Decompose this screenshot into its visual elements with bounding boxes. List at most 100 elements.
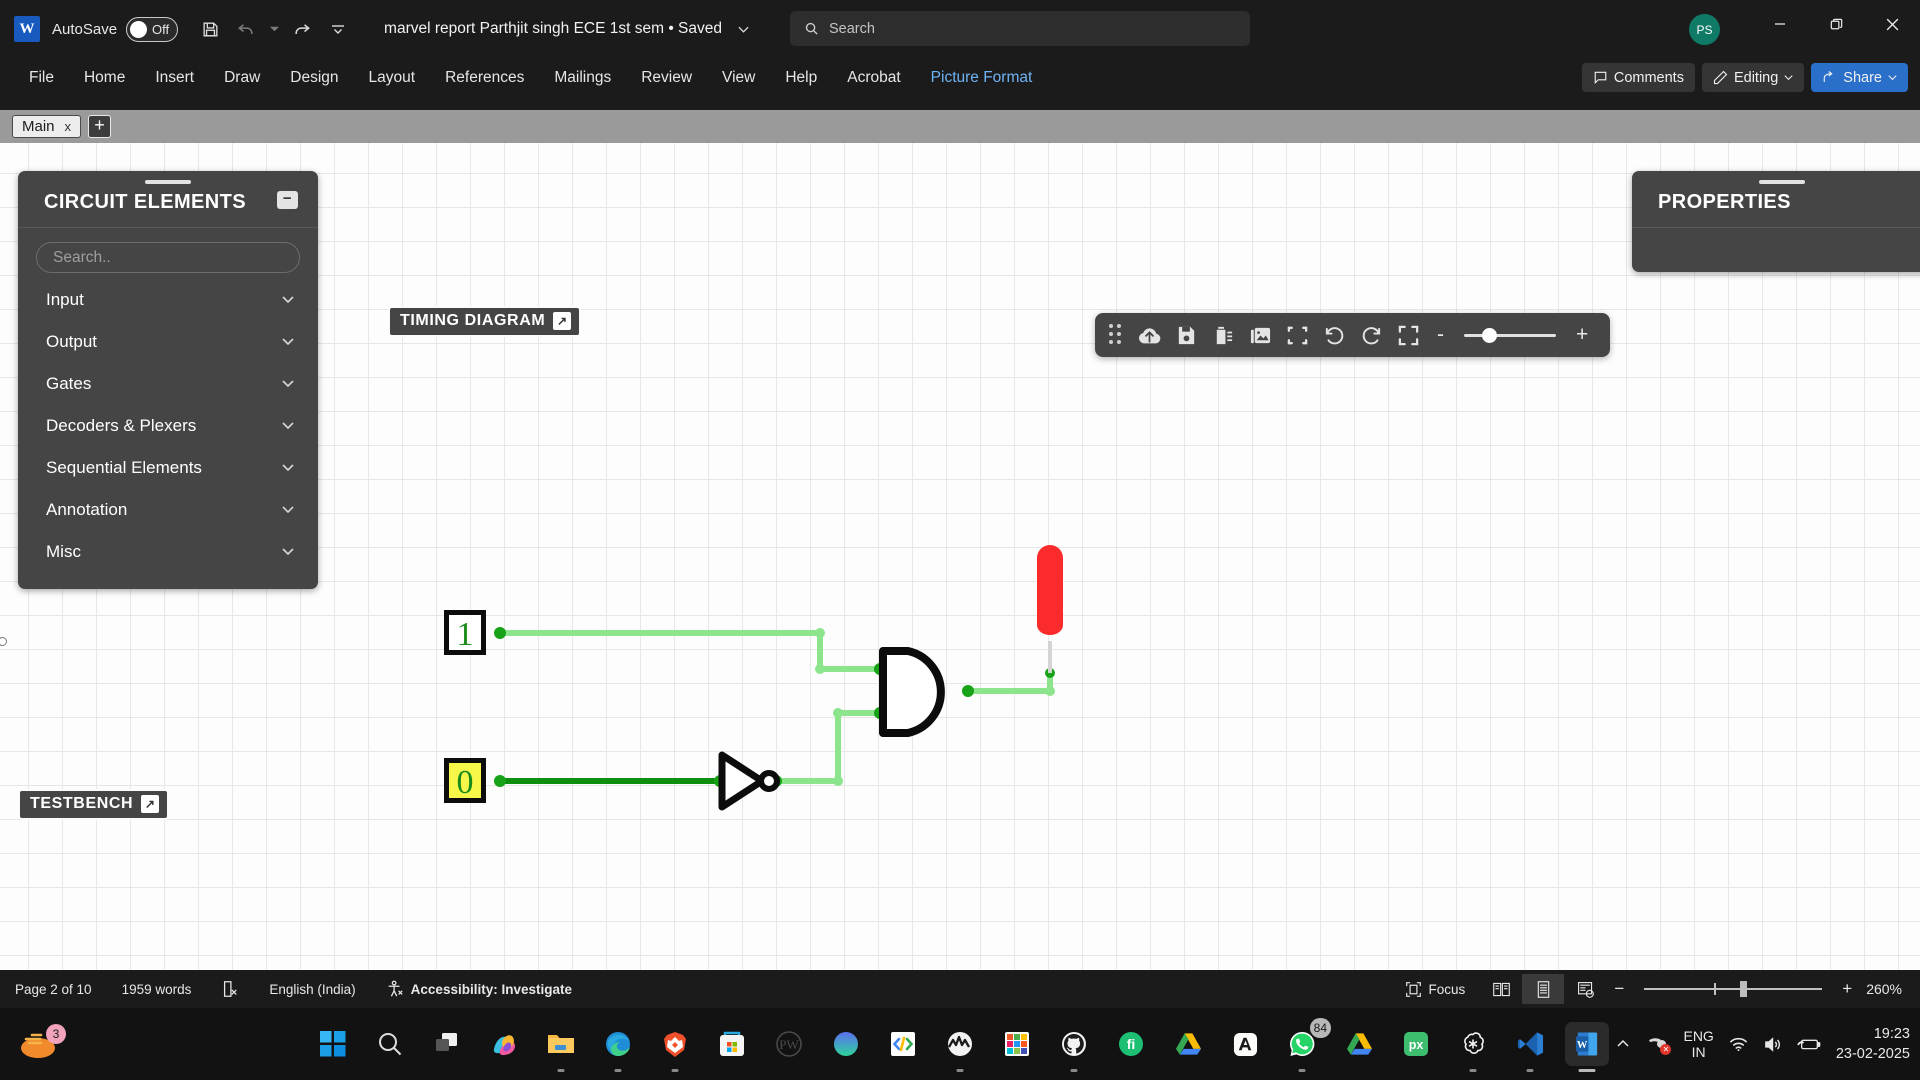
customize-quick-access-icon[interactable] bbox=[323, 14, 353, 44]
wire-input-b-to-not[interactable] bbox=[494, 775, 726, 787]
ribbon-tab-view[interactable]: View bbox=[709, 65, 768, 91]
brave-browser-icon[interactable] bbox=[653, 1022, 697, 1066]
category-output[interactable]: Output bbox=[18, 321, 318, 363]
save-icon[interactable] bbox=[195, 14, 225, 44]
document-zoom-slider[interactable] bbox=[1644, 988, 1822, 990]
bluetooth-off-icon[interactable]: ✕ bbox=[1646, 1035, 1668, 1053]
google-drive-icon[interactable] bbox=[1337, 1022, 1381, 1066]
clock[interactable]: 19:23 23-02-2025 bbox=[1836, 1024, 1910, 1064]
avatar[interactable]: PS bbox=[1689, 14, 1720, 45]
ribbon-tab-home[interactable]: Home bbox=[71, 65, 138, 91]
copilot-icon[interactable] bbox=[482, 1022, 526, 1066]
pixelcut-icon[interactable]: px bbox=[1394, 1022, 1438, 1066]
logic-circuit-diagram[interactable]: 1 0 bbox=[460, 603, 1220, 923]
wire-not-to-and[interactable] bbox=[770, 707, 886, 787]
redo-icon[interactable] bbox=[1355, 319, 1388, 352]
category-decoders-plexers[interactable]: Decoders & Plexers bbox=[18, 405, 318, 447]
battery-icon[interactable] bbox=[1797, 1036, 1821, 1052]
vs-code-icon[interactable] bbox=[1508, 1022, 1552, 1066]
comments-button[interactable]: Comments bbox=[1582, 63, 1695, 92]
accessibility-status[interactable]: Accessibility: Investigate bbox=[371, 980, 587, 998]
task-view-icon[interactable] bbox=[425, 1022, 469, 1066]
led-output[interactable] bbox=[1037, 545, 1063, 635]
drag-handle-icon[interactable] bbox=[1109, 324, 1123, 346]
circuit-canvas[interactable]: CIRCUIT ELEMENTS − Input Output bbox=[0, 143, 1920, 970]
fullscreen-icon[interactable] bbox=[1392, 319, 1425, 352]
restore-icon[interactable] bbox=[1808, 0, 1864, 48]
not-gate[interactable] bbox=[722, 755, 777, 807]
delete-icon[interactable] bbox=[1207, 319, 1240, 352]
page-indicator[interactable]: Page 2 of 10 bbox=[0, 982, 107, 997]
input-a[interactable]: 1 bbox=[444, 610, 486, 655]
autosave-toggle[interactable]: Off bbox=[126, 17, 178, 42]
ribbon-tab-help[interactable]: Help bbox=[772, 65, 830, 91]
language-switcher[interactable]: ENG IN bbox=[1683, 1028, 1713, 1060]
search-input[interactable] bbox=[829, 21, 1209, 37]
microsoft-edge-icon[interactable] bbox=[596, 1022, 640, 1066]
add-circuit-tab-button[interactable]: + bbox=[88, 115, 111, 138]
and-gate[interactable] bbox=[883, 651, 941, 733]
focus-mode-button[interactable]: Focus bbox=[1390, 981, 1481, 998]
undo-dropdown-icon[interactable] bbox=[267, 14, 281, 44]
panel-resize-handle[interactable] bbox=[0, 637, 7, 646]
close-icon[interactable] bbox=[1864, 0, 1920, 48]
wire-input-a-to-and[interactable] bbox=[494, 627, 886, 675]
timing-diagram-badge[interactable]: TIMING DIAGRAM ↗ bbox=[388, 306, 581, 337]
zoom-out-button[interactable]: − bbox=[1606, 979, 1632, 999]
minimize-icon[interactable] bbox=[1752, 0, 1808, 48]
zoom-out-button[interactable]: - bbox=[1429, 323, 1452, 347]
document-title[interactable]: marvel report Parthjit singh ECE 1st sem… bbox=[384, 20, 722, 38]
wifi-icon[interactable] bbox=[1729, 1036, 1748, 1052]
zoom-in-button[interactable]: + bbox=[1568, 323, 1596, 347]
ribbon-tab-layout[interactable]: Layout bbox=[356, 65, 429, 91]
search-box[interactable] bbox=[790, 11, 1250, 46]
ribbon-tab-file[interactable]: File bbox=[16, 65, 67, 91]
word-count[interactable]: 1959 words bbox=[107, 982, 207, 997]
elements-search-box[interactable] bbox=[36, 242, 300, 273]
category-input[interactable]: Input bbox=[18, 279, 318, 321]
minimize-icon[interactable]: − bbox=[277, 191, 298, 209]
notification-tray-icon[interactable]: 3 bbox=[18, 1026, 70, 1064]
redo-icon[interactable] bbox=[287, 14, 317, 44]
zoom-slider[interactable] bbox=[1464, 334, 1556, 337]
share-button[interactable]: Share bbox=[1811, 63, 1908, 92]
category-sequential-elements[interactable]: Sequential Elements bbox=[18, 447, 318, 489]
proofing-errors-icon[interactable] bbox=[206, 980, 254, 998]
anthropic-claude-icon[interactable] bbox=[1223, 1022, 1267, 1066]
wire-and-to-led[interactable] bbox=[962, 641, 1055, 697]
google-code-icon[interactable] bbox=[881, 1022, 925, 1066]
microsoft-store-icon[interactable] bbox=[710, 1022, 754, 1066]
category-gates[interactable]: Gates bbox=[18, 363, 318, 405]
zoom-level-label[interactable]: 260% bbox=[1860, 981, 1920, 997]
ribbon-tab-acrobat[interactable]: Acrobat bbox=[834, 65, 913, 91]
ribbon-tab-picture-format[interactable]: Picture Format bbox=[918, 65, 1046, 91]
ribbon-tab-review[interactable]: Review bbox=[628, 65, 705, 91]
ribbon-tab-design[interactable]: Design bbox=[277, 65, 351, 91]
expand-arrow-icon[interactable]: ↗ bbox=[553, 312, 571, 330]
show-hidden-icons-icon[interactable] bbox=[1615, 1036, 1631, 1052]
document-title-dropdown-icon[interactable] bbox=[728, 14, 758, 44]
whatsapp-icon[interactable]: 84 bbox=[1280, 1022, 1324, 1066]
undo-icon[interactable] bbox=[1318, 319, 1351, 352]
expand-arrow-icon[interactable]: ↗ bbox=[141, 795, 159, 813]
fit-to-screen-icon[interactable] bbox=[1281, 319, 1314, 352]
chatgpt-icon[interactable] bbox=[1451, 1022, 1495, 1066]
microsoft-word-icon[interactable]: W bbox=[1565, 1022, 1609, 1066]
read-mode-icon[interactable] bbox=[1480, 974, 1522, 1004]
ribbon-tab-references[interactable]: References bbox=[432, 65, 537, 91]
physics-wallah-icon[interactable]: PW bbox=[767, 1022, 811, 1066]
print-layout-icon[interactable] bbox=[1522, 974, 1564, 1004]
close-icon[interactable]: x bbox=[65, 119, 72, 134]
elements-search-input[interactable] bbox=[53, 249, 274, 267]
gradient-app-icon[interactable] bbox=[824, 1022, 868, 1066]
category-misc[interactable]: Misc bbox=[18, 531, 318, 573]
google-drive-icon[interactable] bbox=[1166, 1022, 1210, 1066]
editing-mode-button[interactable]: Editing bbox=[1702, 63, 1804, 92]
start-icon[interactable] bbox=[311, 1022, 355, 1066]
zoom-slider-thumb[interactable] bbox=[1740, 981, 1747, 997]
zoom-in-button[interactable]: + bbox=[1834, 979, 1860, 999]
github-icon[interactable] bbox=[1052, 1022, 1096, 1066]
tinkercad-icon[interactable] bbox=[995, 1022, 1039, 1066]
ribbon-tab-insert[interactable]: Insert bbox=[142, 65, 207, 91]
save-offline-icon[interactable] bbox=[1170, 319, 1203, 352]
